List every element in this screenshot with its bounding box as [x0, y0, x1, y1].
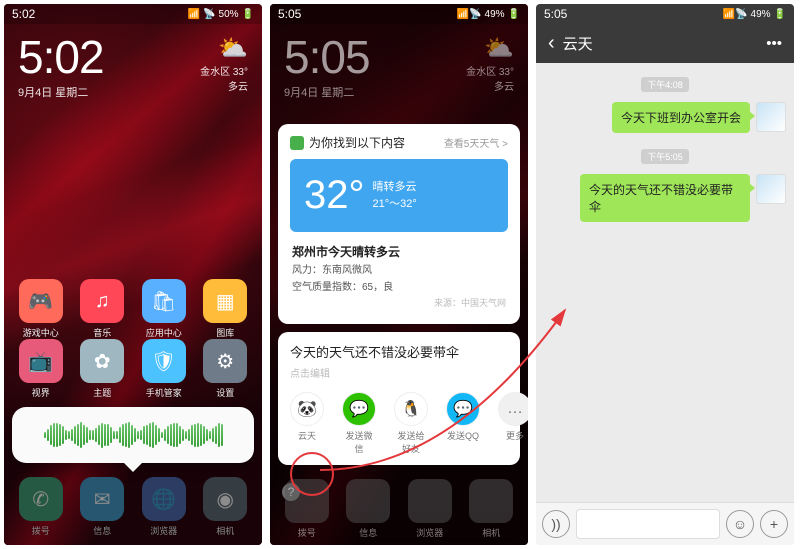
app-浏览器[interactable]: 🌐浏览器 — [142, 477, 186, 537]
clock-date: 9月4日 星期二 — [18, 84, 104, 100]
add-button[interactable]: + — [760, 510, 788, 538]
weather-mini: ⛅ 金水区 33° 多云 — [466, 34, 514, 93]
battery-pct: 50% — [219, 9, 239, 20]
weather-icon: ⛅ — [200, 34, 248, 63]
voice-input-panel[interactable] — [12, 407, 254, 463]
app-信息: 信息 — [346, 479, 390, 539]
status-time: 5:05 — [278, 7, 301, 21]
screen-assistant: 5:05 📶📡49%🔋 5:05 9月4日 星期二 ⛅ 金水区 33° 多云 为… — [270, 4, 528, 545]
app-主题[interactable]: ✿主题 — [72, 339, 134, 399]
app-手机管家[interactable]: 🛡手机管家 — [133, 339, 195, 399]
app-图库[interactable]: ▦图库 — [195, 279, 257, 339]
status-time: 5:02 — [12, 7, 35, 21]
chat-header: ‹ 云天 ••• — [536, 24, 794, 63]
share-更多[interactable]: …更多 — [498, 392, 528, 455]
temperature: 32° — [304, 173, 365, 218]
back-button[interactable]: ‹ — [548, 32, 555, 55]
app-拨号: 拨号 — [285, 479, 329, 539]
status-bar: 5:02 📶 📡 50%🔋 — [4, 4, 262, 24]
avatar[interactable] — [756, 174, 786, 204]
screen-home: 5:02 📶 📡 50%🔋 5:02 9月4日 星期二 ⛅ 金水区 33° — [4, 4, 262, 545]
clock-time: 5:05 — [284, 34, 370, 80]
clock-widget[interactable]: 5:02 9月4日 星期二 ⛅ 金水区 33° 多云 — [4, 24, 262, 100]
screen-chat: 5:05 📶📡49%🔋 ‹ 云天 ••• 下午4:08 今天下班到办公室开会 下… — [536, 4, 794, 545]
timestamp: 下午5:05 — [641, 149, 689, 164]
weather-title: 郑州市今天晴转多云 — [292, 245, 400, 259]
app-设置[interactable]: ⚙设置 — [195, 339, 257, 399]
app-应用中心[interactable]: 🛍应用中心 — [133, 279, 195, 339]
weather-card[interactable]: 为你找到以下内容 查看5天天气 > 32° 晴转多云 21°～32° 郑州市今天… — [278, 124, 520, 324]
voice-text: 今天的天气还不错没必要带伞 — [290, 342, 508, 361]
wifi-icon: 📶📡 — [457, 9, 482, 20]
text-input[interactable] — [576, 509, 720, 539]
app-游戏中心[interactable]: 🎮游戏中心 — [10, 279, 72, 339]
emoji-button[interactable]: ☺ — [726, 510, 754, 538]
edit-hint[interactable]: 点击编辑 — [290, 365, 508, 380]
dock: ✆拨号 ✉信息 🌐浏览器 ◉相机 — [4, 471, 262, 545]
more-button[interactable]: ••• — [766, 35, 782, 52]
message-bubble: 今天下班到办公室开会 — [612, 102, 750, 133]
weather-source: 来源：中国天气网 — [292, 296, 506, 311]
app-拨号[interactable]: ✆拨号 — [19, 477, 63, 537]
app-信息[interactable]: ✉信息 — [80, 477, 124, 537]
avatar[interactable] — [756, 102, 786, 132]
source-icon — [290, 136, 304, 150]
share-发送微信[interactable]: 💬发送微信 — [342, 392, 376, 455]
chat-input-bar: )) ☺ + — [536, 502, 794, 545]
clock-time: 5:02 — [18, 34, 104, 80]
app-相机[interactable]: ◉相机 — [203, 477, 247, 537]
status-time: 5:05 — [544, 7, 567, 21]
wifi-icon: 📡 — [203, 9, 215, 20]
app-音乐[interactable]: ♫音乐 — [72, 279, 134, 339]
card-title: 为你找到以下内容 — [309, 134, 405, 151]
share-发送给好友[interactable]: 🐧发送给好友 — [394, 392, 428, 455]
share-云天[interactable]: 🐼云天 — [290, 392, 324, 455]
voice-message-card[interactable]: 今天的天气还不错没必要带伞 点击编辑 🐼云天💬发送微信🐧发送给好友💬发送QQ…更… — [278, 332, 520, 465]
weather-mini[interactable]: ⛅ 金水区 33° 多云 — [200, 34, 248, 93]
message-bubble: 今天的天气还不错没必要带伞 — [580, 174, 750, 222]
timestamp: 下午4:08 — [641, 77, 689, 92]
app-视界[interactable]: 📺视界 — [10, 339, 72, 399]
wifi-icon: 📶📡 — [723, 9, 748, 20]
clock-date: 9月4日 星期二 — [284, 84, 370, 100]
app-相机: 相机 — [469, 479, 513, 539]
see-more-link[interactable]: 查看5天天气 > — [444, 135, 508, 150]
chat-title: 云天 — [563, 33, 593, 54]
signal-icon: 📶 — [188, 9, 200, 20]
message-row[interactable]: 今天下班到办公室开会 — [544, 102, 786, 133]
voice-button[interactable]: )) — [542, 510, 570, 538]
app-浏览器: 浏览器 — [408, 479, 452, 539]
chat-body[interactable]: 下午4:08 今天下班到办公室开会 下午5:05 今天的天气还不错没必要带伞 — [536, 63, 794, 502]
message-row[interactable]: 今天的天气还不错没必要带伞 — [544, 174, 786, 222]
share-发送QQ[interactable]: 💬发送QQ — [446, 392, 480, 455]
